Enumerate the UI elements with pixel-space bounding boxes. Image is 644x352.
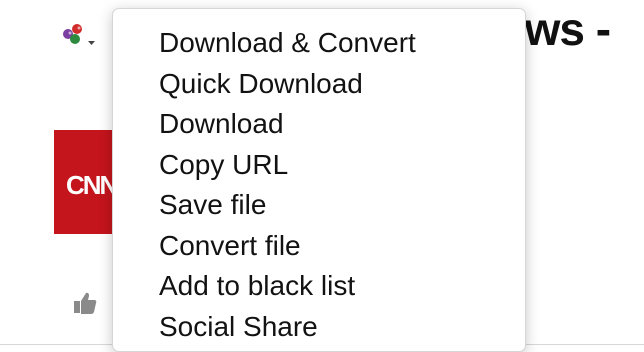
menu-item-quick-download[interactable]: Quick Download bbox=[113, 64, 525, 105]
menu-item-social-share[interactable]: Social Share bbox=[113, 307, 525, 348]
menu-item-add-to-black-list[interactable]: Add to black list bbox=[113, 266, 525, 307]
cnn-logo-text: CNN bbox=[66, 170, 116, 200]
menu-item-convert-file[interactable]: Convert file bbox=[113, 226, 525, 267]
dropdown-arrow-icon bbox=[88, 41, 95, 45]
thumbs-up-icon[interactable] bbox=[72, 290, 98, 316]
menu-item-download[interactable]: Download bbox=[113, 104, 525, 145]
extension-menu-button[interactable] bbox=[60, 22, 100, 52]
menu-item-download-convert[interactable]: Download & Convert bbox=[113, 23, 525, 64]
extension-context-menu: Download & Convert Quick Download Downlo… bbox=[112, 8, 526, 352]
colored-balls-icon bbox=[63, 24, 95, 45]
cnn-logo: CNN bbox=[54, 130, 116, 234]
menu-item-save-file[interactable]: Save file bbox=[113, 185, 525, 226]
menu-item-copy-url[interactable]: Copy URL bbox=[113, 145, 525, 186]
